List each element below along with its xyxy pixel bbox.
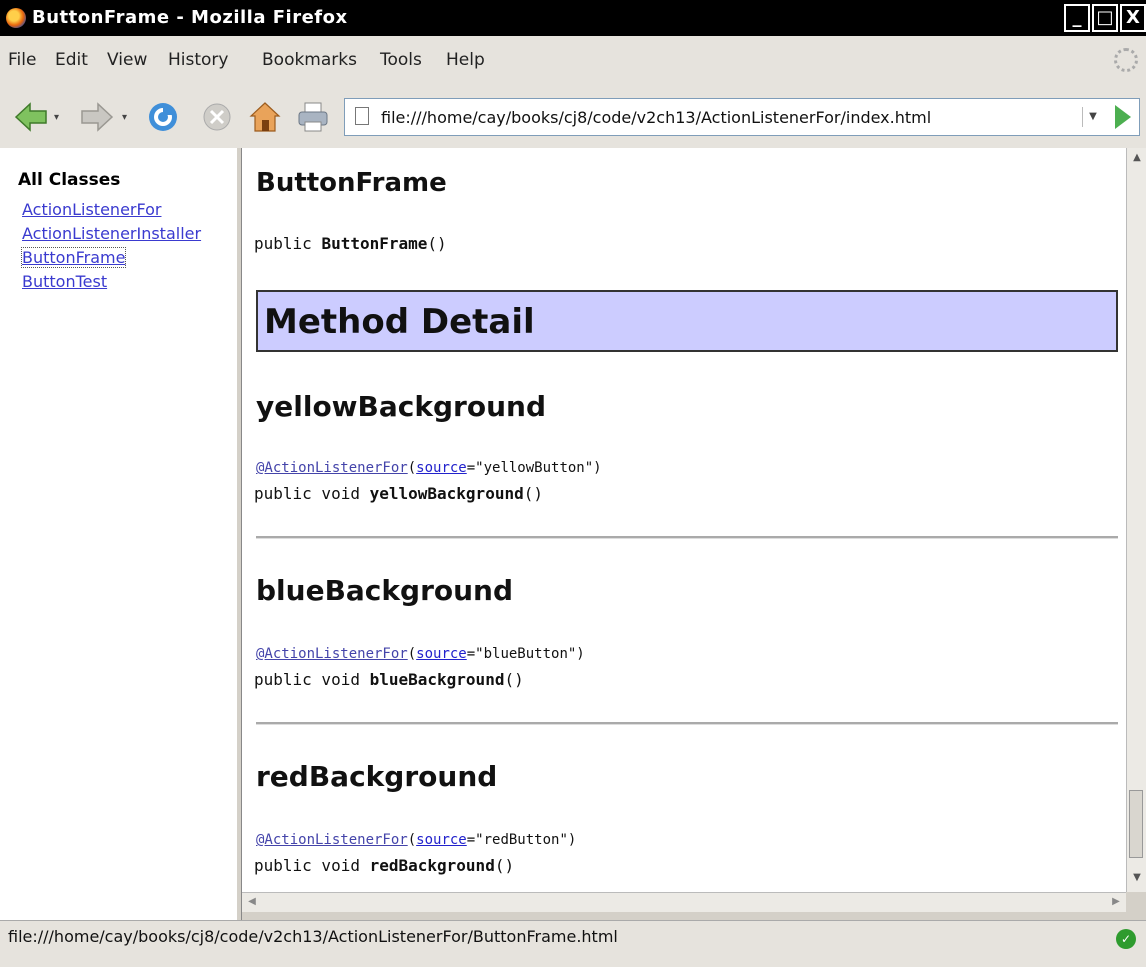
- class-list-frame: All Classes ActionListenerFor ActionList…: [0, 148, 237, 920]
- method-detail-header: Method Detail: [256, 290, 1118, 352]
- url-dropdown-icon[interactable]: ▼: [1082, 107, 1103, 127]
- url-input[interactable]: file:///home/cay/books/cj8/code/v2ch13/A…: [381, 108, 931, 127]
- constructor-signature: public ButtonFrame(): [254, 234, 447, 253]
- throbber-icon: [1114, 48, 1138, 72]
- menu-bookmarks[interactable]: Bookmarks: [262, 50, 357, 70]
- method-annotation: @ActionListenerFor(source="blueButton"): [256, 646, 585, 662]
- menu-file[interactable]: File: [8, 50, 36, 70]
- print-icon[interactable]: [296, 100, 330, 134]
- sig-prefix: public void: [254, 484, 370, 503]
- scroll-right-icon[interactable]: ▶: [1108, 894, 1124, 910]
- annotation-link[interactable]: @ActionListenerFor: [256, 832, 408, 848]
- menu-history[interactable]: History: [168, 50, 228, 70]
- annotation-value: ="redButton"): [466, 832, 577, 848]
- divider: [256, 536, 1118, 539]
- window-title: ButtonFrame - Mozilla Firefox: [32, 7, 348, 28]
- menu-help[interactable]: Help: [446, 50, 485, 70]
- home-icon[interactable]: [248, 100, 282, 134]
- method-detail-title: Method Detail: [264, 302, 535, 342]
- annotation-paren: (: [407, 460, 417, 476]
- vertical-scrollbar[interactable]: ▲ ▼: [1126, 148, 1146, 892]
- method-heading: blueBackground: [256, 574, 514, 607]
- check-icon: ✓: [1116, 929, 1136, 949]
- annotation-source-link[interactable]: source: [416, 460, 467, 476]
- sig-prefix: public void: [254, 670, 370, 689]
- reload-icon[interactable]: [146, 100, 180, 134]
- method-signature: public void redBackground(): [254, 856, 514, 875]
- method-signature: public void yellowBackground(): [254, 484, 543, 503]
- firefox-icon: [6, 8, 26, 28]
- horizontal-scrollbar[interactable]: ◀ ▶: [242, 892, 1126, 912]
- annotation-paren: (: [407, 832, 417, 848]
- sig-prefix: public void: [254, 856, 370, 875]
- method-signature: public void blueBackground(): [254, 670, 524, 689]
- class-link-actionlistenerfor[interactable]: ActionListenerFor: [22, 200, 161, 219]
- constructor-heading: ButtonFrame: [256, 168, 447, 198]
- status-bar: file:///home/cay/books/cj8/code/v2ch13/A…: [0, 920, 1146, 967]
- minimize-button[interactable]: _: [1064, 4, 1090, 32]
- annotation-source-link[interactable]: source: [416, 646, 467, 662]
- sig-name: yellowBackground: [369, 484, 524, 503]
- menu-edit[interactable]: Edit: [55, 50, 88, 70]
- all-classes-heading: All Classes: [18, 170, 121, 190]
- sig-suffix: (): [427, 234, 447, 253]
- sig-name: redBackground: [369, 856, 495, 875]
- stop-icon[interactable]: [200, 100, 234, 134]
- url-bar[interactable]: file:///home/cay/books/cj8/code/v2ch13/A…: [344, 98, 1140, 136]
- annotation-source-link[interactable]: source: [416, 832, 467, 848]
- annotation-value: ="yellowButton"): [466, 460, 602, 476]
- method-annotation: @ActionListenerFor(source="yellowButton"…: [256, 460, 602, 476]
- annotation-link[interactable]: @ActionListenerFor: [256, 460, 408, 476]
- sig-name: ButtonFrame: [321, 234, 428, 253]
- go-icon[interactable]: [1115, 105, 1131, 129]
- scroll-thumb[interactable]: [1129, 790, 1143, 858]
- sig-name: blueBackground: [369, 670, 505, 689]
- menu-tools[interactable]: Tools: [380, 50, 422, 70]
- divider: [256, 722, 1118, 725]
- menu-view[interactable]: View: [107, 50, 147, 70]
- method-heading: yellowBackground: [256, 390, 546, 423]
- method-heading: redBackground: [256, 760, 498, 793]
- status-text: file:///home/cay/books/cj8/code/v2ch13/A…: [8, 927, 618, 946]
- class-detail-frame: ButtonFrame public ButtonFrame() Method …: [242, 148, 1126, 892]
- navigation-toolbar: ▾ ▾ file:///home/cay/books/cj8/code/v2ch…: [0, 86, 1146, 149]
- annotation-link[interactable]: @ActionListenerFor: [256, 646, 408, 662]
- back-arrow-icon[interactable]: [14, 100, 48, 134]
- close-button[interactable]: X: [1120, 4, 1146, 32]
- window-titlebar[interactable]: ButtonFrame - Mozilla Firefox _ □ X: [0, 0, 1146, 36]
- method-annotation: @ActionListenerFor(source="redButton"): [256, 832, 576, 848]
- menu-bar: File Edit View History Bookmarks Tools H…: [0, 36, 1146, 87]
- scroll-left-icon[interactable]: ◀: [244, 894, 260, 910]
- sig-suffix: (): [494, 856, 515, 875]
- scroll-down-icon[interactable]: ▼: [1129, 870, 1145, 886]
- forward-dropdown-icon[interactable]: ▾: [122, 112, 127, 123]
- sig-prefix: public: [254, 234, 322, 253]
- forward-arrow-icon[interactable]: [80, 100, 114, 134]
- annotation-paren: (: [407, 646, 417, 662]
- annotation-value: ="blueButton"): [466, 646, 585, 662]
- class-link-actionlistenerinstaller[interactable]: ActionListenerInstaller: [22, 224, 201, 243]
- sig-suffix: (): [504, 670, 524, 689]
- class-link-buttontest[interactable]: ButtonTest: [22, 272, 107, 291]
- scroll-up-icon[interactable]: ▲: [1129, 150, 1145, 166]
- back-dropdown-icon[interactable]: ▾: [54, 112, 59, 123]
- maximize-button[interactable]: □: [1092, 4, 1118, 32]
- page-icon: [355, 107, 369, 125]
- sig-suffix: (): [523, 484, 543, 503]
- scroll-corner: [1126, 892, 1146, 912]
- class-link-buttonframe[interactable]: ButtonFrame: [20, 247, 127, 268]
